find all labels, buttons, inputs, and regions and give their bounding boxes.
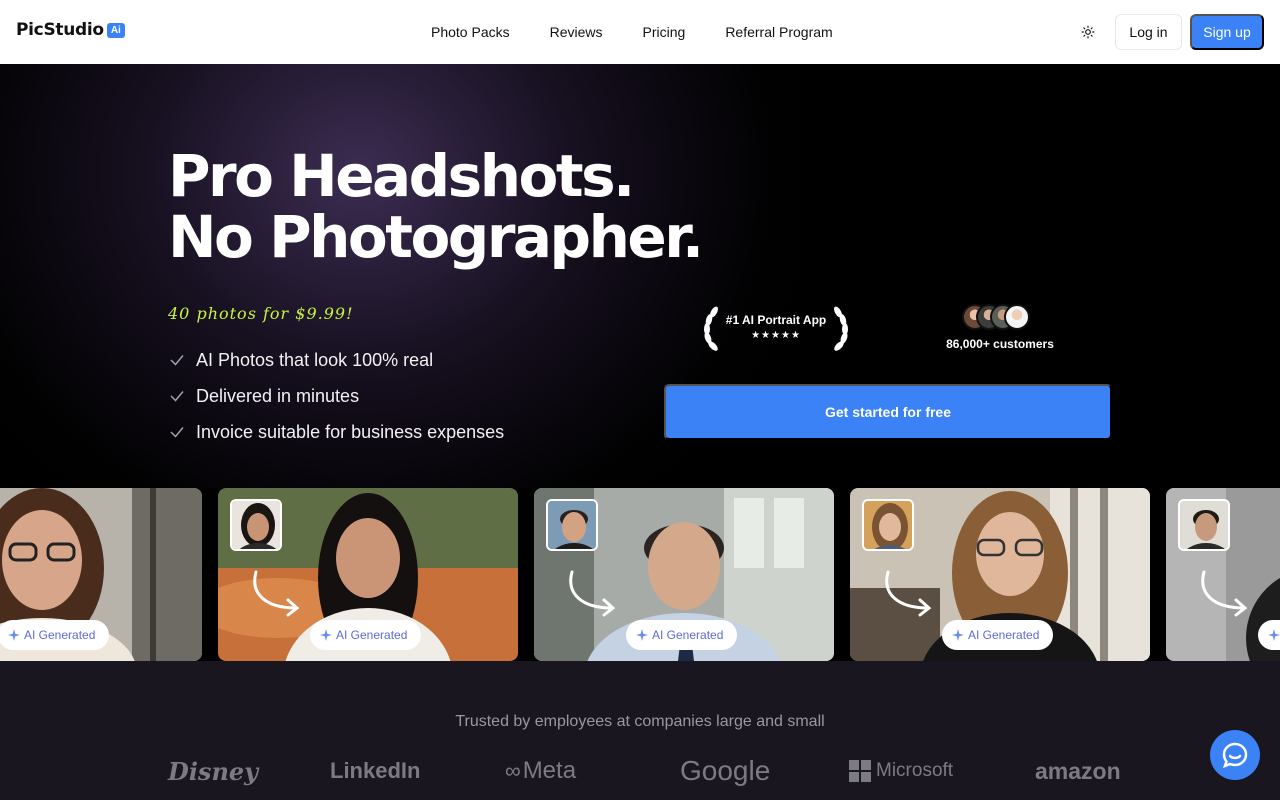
microsoft-logo-text: Microsoft [876, 760, 954, 781]
google-logo: Google [680, 751, 770, 791]
avatar [1004, 304, 1030, 330]
headline-line-2: No Photographer. [168, 203, 704, 271]
check-icon [170, 355, 184, 366]
meta-logo-text: Meta [522, 757, 577, 784]
logo-badge: Ai [106, 22, 125, 38]
award-title: #1 AI Portrait App [725, 313, 827, 327]
laurel-left-icon [704, 306, 718, 351]
trusted-by-text: Trusted by employees at companies large … [455, 713, 825, 730]
hero-section: Pro Headshots. No Photographer. 40 photo… [0, 64, 1280, 488]
sparkle-icon [8, 629, 20, 641]
ai-generated-label: AI Generated [652, 628, 724, 642]
ai-generated-badge: AI Generated [0, 620, 110, 650]
gallery-card: AI Generated [534, 488, 834, 661]
login-button[interactable]: Log in [1115, 14, 1182, 50]
original-photo-thumbnail [862, 499, 914, 551]
theme-toggle-button[interactable] [1078, 22, 1098, 42]
check-icon [170, 391, 184, 402]
ai-generated-badge: AI Generated [942, 620, 1054, 650]
ai-generated-badge: AI Generated [626, 620, 738, 650]
ai-generated-badge: AI Generated [310, 620, 422, 650]
avatar-stack [962, 304, 1042, 330]
sparkle-icon [952, 629, 964, 641]
top-navbar: PicStudio Ai Photo Packs Reviews Pricing… [0, 0, 1280, 64]
original-photo-thumbnail [1178, 499, 1230, 551]
disney-logo-text: Disney [168, 756, 259, 786]
award-stars: ★★★★★ [751, 330, 801, 341]
hero-headline: Pro Headshots. No Photographer. [168, 142, 704, 271]
meta-logo: ∞ Meta [505, 751, 576, 791]
ai-generated-badge [1258, 620, 1280, 650]
sparkle-icon [320, 629, 332, 641]
award-badge: #1 AI Portrait App ★★★★★ [700, 304, 852, 354]
disney-logo: Disney [168, 751, 258, 791]
original-photo-thumbnail [230, 499, 282, 551]
promo-text: 40 photos for $9.99! [168, 304, 354, 323]
headline-line-1: Pro Headshots. [168, 142, 635, 210]
chat-widget-button[interactable] [1210, 730, 1260, 780]
ai-generated-label: AI Generated [968, 628, 1040, 642]
logo[interactable]: PicStudio Ai [16, 20, 125, 40]
microsoft-grid-icon [849, 760, 871, 782]
company-logos: Disney LinkedIn ∞ Meta Google Microsoft … [0, 751, 1280, 791]
nav-link-pricing[interactable]: Pricing [643, 24, 686, 40]
curved-arrow-icon [885, 570, 932, 617]
nav-link-referral-program[interactable]: Referral Program [725, 24, 832, 40]
linkedin-logo: LinkedIn [330, 751, 420, 791]
customer-count: 86,000+ customers [930, 304, 1070, 354]
amazon-logo-text: amazon [1035, 757, 1121, 784]
microsoft-logo: Microsoft [849, 751, 953, 791]
curved-arrow-icon [253, 570, 300, 617]
curved-arrow-icon [569, 570, 616, 617]
logo-text: PicStudio [16, 20, 104, 40]
trusted-by-section: Trusted by employees at companies large … [0, 661, 1280, 800]
linkedin-logo-text: LinkedIn [330, 758, 421, 783]
sparkle-icon [636, 629, 648, 641]
nav-link-reviews[interactable]: Reviews [550, 24, 603, 40]
feature-text: AI Photos that look 100% real [196, 349, 434, 370]
headshot-gallery: AI Generated AI Generated AI Generated A… [0, 488, 1280, 661]
sun-icon [1081, 25, 1095, 39]
amazon-logo: amazon [1035, 751, 1121, 791]
laurel-right-icon [834, 306, 848, 351]
feature-text: Delivered in minutes [196, 385, 360, 406]
ai-generated-label: AI Generated [336, 628, 408, 642]
curved-arrow-icon [1201, 570, 1248, 617]
feature-item: Invoice suitable for business expenses [168, 414, 504, 450]
chat-bubble-icon [1222, 742, 1248, 769]
original-photo-thumbnail [546, 499, 598, 551]
gallery-card [1166, 488, 1280, 661]
get-started-button[interactable]: Get started for free [664, 384, 1112, 440]
feature-list: AI Photos that look 100% real Delivered … [168, 342, 504, 450]
gallery-card: AI Generated [218, 488, 518, 661]
feature-item: AI Photos that look 100% real [168, 342, 504, 378]
nav-link-photo-packs[interactable]: Photo Packs [431, 24, 510, 40]
sparkle-icon [1268, 629, 1280, 641]
signup-button[interactable]: Sign up [1190, 14, 1264, 50]
gallery-card: AI Generated [850, 488, 1150, 661]
feature-text: Invoice suitable for business expenses [196, 421, 505, 442]
feature-item: Delivered in minutes [168, 378, 504, 414]
customers-text: 86,000+ customers [946, 337, 1054, 351]
gallery-card: AI Generated [0, 488, 202, 661]
meta-infinity-icon: ∞ [505, 758, 521, 783]
google-logo-text: Google [680, 755, 771, 786]
nav-links: Photo Packs Reviews Pricing Referral Pro… [431, 0, 873, 64]
ai-generated-label: AI Generated [24, 628, 96, 642]
check-icon [170, 427, 184, 438]
